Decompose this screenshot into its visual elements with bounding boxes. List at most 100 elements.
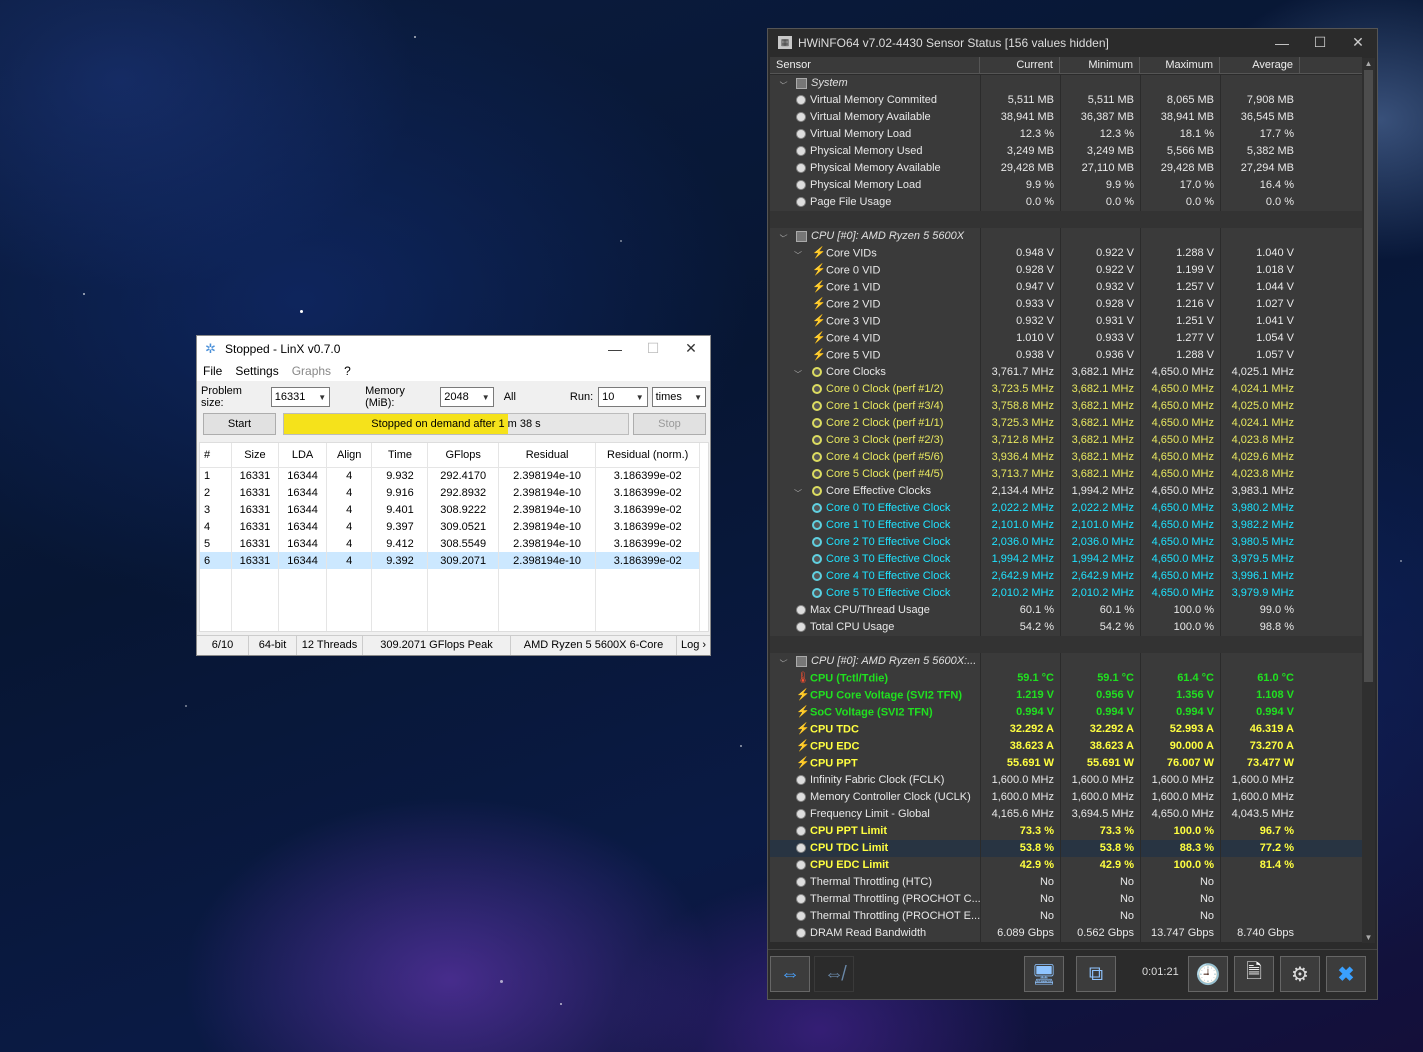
sensor-row[interactable]: ⚡CPU PPT 55.691 W 55.691 W 76.007 W 73.477 W <box>770 755 1362 772</box>
column-header[interactable]: GFlops <box>427 443 499 468</box>
scroll-thumb[interactable] <box>1364 70 1373 682</box>
chevron-down-icon[interactable]: ﹀ <box>792 247 804 262</box>
sensor-row[interactable]: DRAM Read Bandwidth 6.089 Gbps 0.562 Gbps 1… <box>770 925 1362 942</box>
clock-icon[interactable]: 🕘 <box>1188 956 1228 992</box>
sensor-row[interactable]: Max CPU/Thread Usage 60.1 % 60.1 % 100.0 % 9… <box>770 602 1362 619</box>
sensor-row[interactable]: Core 0 T0 Effective Clock 2,022.2 MHz 2,02… <box>770 500 1362 517</box>
vertical-scrollbar[interactable]: ▲ ▼ <box>1362 58 1375 943</box>
minimize-button[interactable]: — <box>596 341 634 357</box>
sensor-row[interactable]: ⚡Core 0 VID 0.928 V 0.922 V 1.199 V 1.018 V <box>770 262 1362 279</box>
menu-file[interactable]: File <box>203 364 222 378</box>
sensor-row[interactable]: ﹀ Core Effective Clocks 2,134.4 MHz 1,994.2… <box>770 483 1362 500</box>
close-button[interactable]: ✕ <box>1339 34 1377 51</box>
table-row[interactable]: 3 16331 16344 4 9.401 308.9222 2.398194e-10 3.1… <box>200 501 700 518</box>
chevron-down-icon[interactable]: ﹀ <box>792 485 804 500</box>
sensor-row[interactable]: Core 3 T0 Effective Clock 1,994.2 MHz 1,99… <box>770 551 1362 568</box>
collapse-columns-button[interactable]: ⇎ <box>814 956 854 992</box>
hwinfo-titlebar[interactable]: ▦ HWiNFO64 v7.02-4430 Sensor Status [156… <box>768 29 1377 56</box>
sensor-row[interactable]: Core 2 T0 Effective Clock 2,036.0 MHz 2,03… <box>770 534 1362 551</box>
col-minimum[interactable]: Minimum <box>1060 57 1140 73</box>
sensor-row[interactable]: ⚡Core 4 VID 1.010 V 0.933 V 1.277 V 1.054 V <box>770 330 1362 347</box>
sensor-row[interactable]: Physical Memory Load 9.9 % 9.9 % 17.0 % 16.4… <box>770 177 1362 194</box>
table-row[interactable]: 5 16331 16344 4 9.412 308.5549 2.398194e-10 3.1… <box>200 535 700 552</box>
col-maximum[interactable]: Maximum <box>1140 57 1220 73</box>
sensor-row[interactable]: ⚡Core 1 VID 0.947 V 0.932 V 1.257 V 1.044 V <box>770 279 1362 296</box>
sensor-row[interactable]: Page File Usage 0.0 % 0.0 % 0.0 % 0.0 % <box>770 194 1362 211</box>
sensor-row[interactable]: Core 4 T0 Effective Clock 2,642.9 MHz 2,64… <box>770 568 1362 585</box>
sensor-row[interactable]: Thermal Throttling (PROCHOT E... No No No <box>770 908 1362 925</box>
sensor-row[interactable]: CPU EDC Limit 42.9 % 42.9 % 100.0 % 81.4 % <box>770 857 1362 874</box>
sensor-row[interactable]: ⚡CPU EDC 38.623 A 38.623 A 90.000 A 73.270 A <box>770 738 1362 755</box>
sensor-row[interactable]: Core 1 Clock (perf #3/4) 3,758.8 MHz 3,682… <box>770 398 1362 415</box>
sensor-row[interactable]: CPU TDC Limit 53.8 % 53.8 % 88.3 % 77.2 % <box>770 840 1362 857</box>
gear-icon[interactable]: ⚙ <box>1280 956 1320 992</box>
column-header[interactable]: Time <box>371 443 429 468</box>
sensor-list[interactable]: ﹀ System Virtual Memory Commited 5,511 MB 5,… <box>770 75 1362 943</box>
sensor-row[interactable]: CPU PPT Limit 73.3 % 73.3 % 100.0 % 96.7 % <box>770 823 1362 840</box>
sensor-row[interactable]: ⚡CPU Core Voltage (SVI2 TFN) 1.219 V 0.956… <box>770 687 1362 704</box>
chevron-down-icon[interactable]: ﹀ <box>792 366 804 381</box>
sensor-row[interactable]: ﹀ Core Clocks 3,761.7 MHz 3,682.1 MHz 4,650.… <box>770 364 1362 381</box>
monitor-icon[interactable]: 🖥 <box>1024 956 1064 992</box>
sensor-row[interactable]: ⚡CPU TDC 32.292 A 32.292 A 52.993 A 46.319 A <box>770 721 1362 738</box>
sensor-row[interactable]: Core 2 Clock (perf #1/1) 3,725.3 MHz 3,682… <box>770 415 1362 432</box>
table-row[interactable]: 1 16331 16344 4 9.932 292.4170 2.398194e-10 3.1… <box>200 467 700 484</box>
column-header[interactable]: Residual <box>498 443 597 468</box>
sensor-group-header[interactable]: ﹀ System <box>770 75 1362 92</box>
run-select[interactable]: 10 ▼ <box>598 387 648 407</box>
chevron-down-icon[interactable]: ﹀ <box>776 230 788 245</box>
col-current[interactable]: Current <box>980 57 1060 73</box>
sensor-row[interactable]: Core 5 T0 Effective Clock 2,010.2 MHz 2,01… <box>770 585 1362 602</box>
minimize-button[interactable]: — <box>1263 35 1301 51</box>
expand-columns-button[interactable]: ⇔ <box>770 956 810 992</box>
sensor-row[interactable]: ⚡Core 3 VID 0.932 V 0.931 V 1.251 V 1.041 V <box>770 313 1362 330</box>
sensor-row[interactable]: Core 1 T0 Effective Clock 2,101.0 MHz 2,10… <box>770 517 1362 534</box>
start-button[interactable]: Start <box>203 413 276 435</box>
sensor-row[interactable]: Total CPU Usage 54.2 % 54.2 % 100.0 % 98.8 % <box>770 619 1362 636</box>
sensor-row[interactable]: Virtual Memory Available 38,941 MB 36,387 … <box>770 109 1362 126</box>
run-unit-select[interactable]: times ▼ <box>651 387 707 407</box>
col-sensor[interactable]: Sensor <box>770 57 980 73</box>
network-icon[interactable]: ⧉ <box>1076 956 1116 992</box>
sensor-row[interactable]: Infinity Fabric Clock (FCLK) 1,600.0 MHz 1… <box>770 772 1362 789</box>
results-table[interactable]: # Size LDA Align Time GFlops Residual Residual … <box>199 442 709 632</box>
sensor-row[interactable]: Memory Controller Clock (UCLK) 1,600.0 MH… <box>770 789 1362 806</box>
column-header[interactable]: Align <box>326 443 373 468</box>
table-row[interactable]: 4 16331 16344 4 9.397 309.0521 2.398194e-10 3.1… <box>200 518 700 535</box>
scroll-down-icon[interactable]: ▼ <box>1362 933 1375 942</box>
sensor-row[interactable]: ⚡SoC Voltage (SVI2 TFN) 0.994 V 0.994 V 0.9… <box>770 704 1362 721</box>
sensor-row[interactable]: Virtual Memory Commited 5,511 MB 5,511 MB 8… <box>770 92 1362 109</box>
column-header[interactable]: Residual (norm.) <box>595 443 700 468</box>
table-row[interactable]: 6 16331 16344 4 9.392 309.2071 2.398194e-10 3.1… <box>200 552 700 569</box>
sensor-group-header[interactable]: ﹀ CPU [#0]: AMD Ryzen 5 5600X:... <box>770 653 1362 670</box>
sensor-row[interactable]: Core 3 Clock (perf #2/3) 3,712.8 MHz 3,682… <box>770 432 1362 449</box>
column-header[interactable]: LDA <box>278 443 327 468</box>
sensor-row[interactable]: Physical Memory Used 3,249 MB 3,249 MB 5,56… <box>770 143 1362 160</box>
chevron-down-icon[interactable]: ﹀ <box>776 655 788 670</box>
scroll-up-icon[interactable]: ▲ <box>1362 59 1375 68</box>
sensor-row[interactable]: Thermal Throttling (PROCHOT C... No No No <box>770 891 1362 908</box>
chevron-down-icon[interactable]: ﹀ <box>776 77 788 92</box>
sensor-row[interactable]: ⚡Core 5 VID 0.938 V 0.936 V 1.288 V 1.057 V <box>770 347 1362 364</box>
sensor-row[interactable]: ﹀ ⚡Core VIDs 0.948 V 0.922 V 1.288 V 1.040 V <box>770 245 1362 262</box>
sensor-group-header[interactable]: ﹀ CPU [#0]: AMD Ryzen 5 5600X <box>770 228 1362 245</box>
col-average[interactable]: Average <box>1220 57 1300 73</box>
all-checkbox-label[interactable]: All <box>504 391 516 403</box>
sensor-row[interactable]: 🌡CPU (Tctl/Tdie) 59.1 °C 59.1 °C 61.4 °C 61.… <box>770 670 1362 687</box>
linx-titlebar[interactable]: ✲ Stopped - LinX v0.7.0 — ☐ ✕ <box>197 336 710 361</box>
menu-help[interactable]: ? <box>344 364 351 378</box>
maximize-button[interactable]: ☐ <box>634 340 672 357</box>
sensor-row[interactable]: Physical Memory Available 29,428 MB 27,110… <box>770 160 1362 177</box>
problem-size-select[interactable]: 16331 ▼ <box>270 387 331 407</box>
sensor-row[interactable]: Virtual Memory Load 12.3 % 12.3 % 18.1 % 17.… <box>770 126 1362 143</box>
menu-graphs[interactable]: Graphs <box>292 364 331 378</box>
sensor-row[interactable]: Frequency Limit - Global 4,165.6 MHz 3,694… <box>770 806 1362 823</box>
sensor-row[interactable]: Core 4 Clock (perf #5/6) 3,936.4 MHz 3,682… <box>770 449 1362 466</box>
column-header[interactable]: # <box>200 443 232 468</box>
log-button[interactable]: Log › <box>677 636 710 655</box>
stop-button[interactable]: Stop <box>633 413 706 435</box>
close-button[interactable]: ✕ <box>672 340 710 357</box>
sensor-row[interactable]: Thermal Throttling (HTC) No No No <box>770 874 1362 891</box>
sensor-row[interactable]: Core 5 Clock (perf #4/5) 3,713.7 MHz 3,682… <box>770 466 1362 483</box>
sensor-row[interactable]: Core 0 Clock (perf #1/2) 3,723.5 MHz 3,682… <box>770 381 1362 398</box>
